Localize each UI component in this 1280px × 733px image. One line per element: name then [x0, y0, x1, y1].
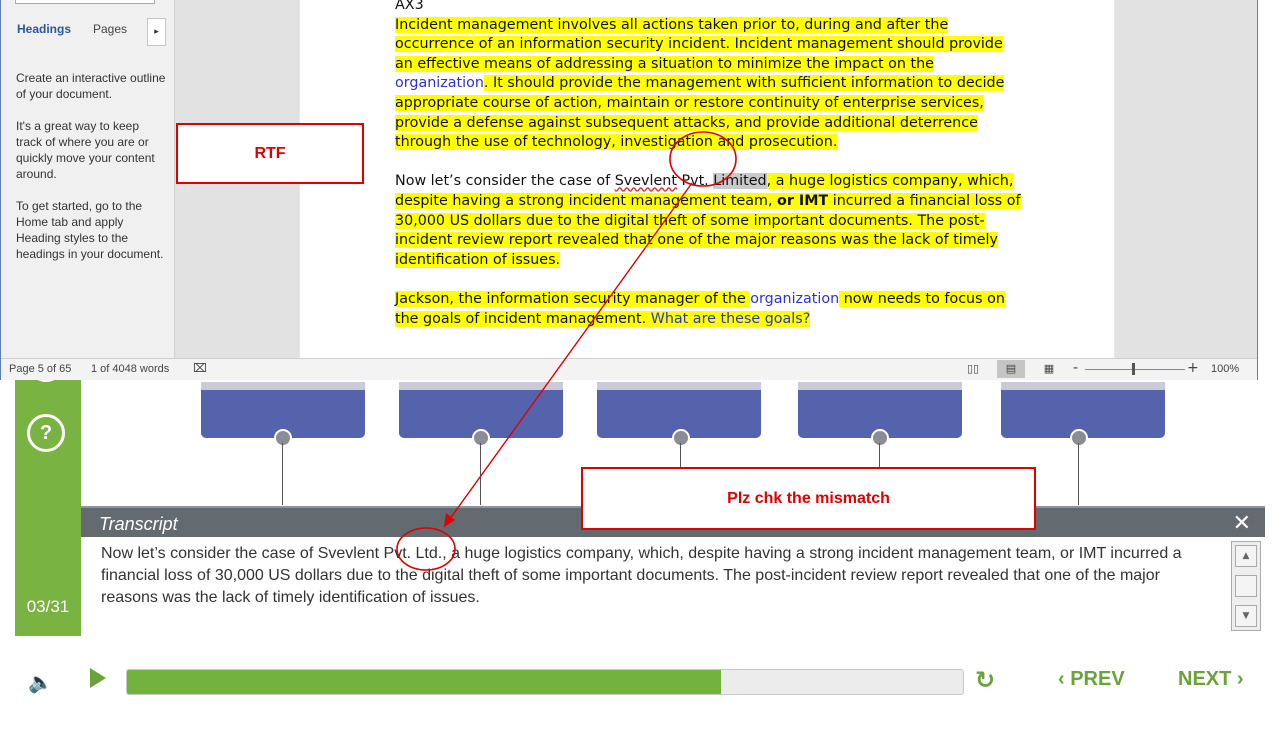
zoom-slider[interactable] [1085, 369, 1185, 370]
progress-bar[interactable] [126, 669, 964, 695]
document-right-margin [1115, 0, 1257, 358]
doc-selected-word: Limited [713, 173, 767, 190]
next-button[interactable]: NEXT › [1178, 668, 1244, 691]
doc-paragraph-2: Now let’s consider the case of Svevlent … [395, 172, 1025, 270]
word-window: Headings Pages ▸ Create an interactive o… [0, 0, 1258, 380]
doc-text-bold: or IMT [777, 192, 829, 209]
annotation-rtf-label: RTF [176, 123, 364, 184]
tab-headings[interactable]: Headings [17, 22, 71, 36]
nav-help-text: Create an interactive outline of your do… [16, 70, 166, 278]
timeline-node [672, 429, 690, 447]
volume-icon[interactable]: 🔈 [28, 670, 53, 694]
close-icon[interactable]: ✕ [1233, 511, 1251, 536]
doc-text: Jackson, the information security manage… [395, 290, 751, 307]
timeline-connector [1078, 443, 1079, 505]
doc-text: Pvt. [676, 173, 714, 190]
timeline-node [472, 429, 490, 447]
zoom-in-button[interactable]: + [1187, 360, 1199, 376]
timeline-node [871, 429, 889, 447]
left-rail: ? 03/31 [15, 344, 81, 636]
annotation-mismatch-label: Plz chk the mismatch [581, 467, 1036, 530]
document-content[interactable]: AX3 Incident management involves all act… [395, 0, 1025, 329]
doc-question: What are these goals? [650, 310, 811, 327]
replay-icon[interactable]: ↻ [975, 666, 995, 694]
timeline-connector [480, 443, 481, 505]
nav-help-line: To get started, go to the Home tab and a… [16, 199, 164, 261]
zoom-slider-thumb[interactable] [1132, 363, 1135, 375]
timeline-node [274, 429, 292, 447]
help-icon[interactable]: ? [27, 414, 65, 452]
doc-paragraph-3: Jackson, the information security manage… [395, 290, 1025, 329]
proofing-icon[interactable]: ⌧ [193, 361, 207, 375]
status-page-count[interactable]: Page 5 of 65 [9, 363, 71, 375]
zoom-level[interactable]: 100% [1211, 363, 1239, 375]
status-bar: Page 5 of 65 1 of 4048 words ⌧ ▯▯ ▤ ▦ - … [1, 358, 1257, 380]
tab-pages[interactable]: Pages [93, 22, 127, 36]
zoom-out-button[interactable]: - [1073, 360, 1078, 376]
scroll-thumb[interactable] [1235, 575, 1257, 597]
player-controls: 🔈 ↻ ‹ PREV NEXT › [0, 650, 1280, 720]
doc-link: organization [395, 75, 484, 92]
navigation-pane: Headings Pages ▸ Create an interactive o… [1, 0, 175, 358]
tab-more-arrow-icon[interactable]: ▸ [147, 18, 166, 46]
doc-company-name: Svevlent [614, 173, 677, 190]
web-layout-icon[interactable]: ▦ [1035, 360, 1063, 378]
doc-text: Incident management involves all actions… [395, 16, 1003, 72]
nav-help-line: It's a great way to keep track of where … [16, 119, 155, 181]
doc-link: organization [750, 290, 840, 307]
doc-heading: AX3 [395, 0, 424, 13]
prev-button[interactable]: ‹ PREV [1058, 668, 1125, 691]
print-layout-icon[interactable]: ▤ [997, 360, 1025, 378]
read-mode-icon[interactable]: ▯▯ [959, 360, 987, 378]
slide-counter: 03/31 [26, 597, 70, 616]
document-page[interactable]: AX3 Incident management involves all act… [300, 0, 1114, 358]
transcript-panel: Now let’s consider the case of Svevlent … [81, 537, 1265, 633]
doc-text: . It should provide the management with … [395, 75, 1005, 151]
scroll-up-icon[interactable]: ▲ [1235, 545, 1257, 567]
timeline-node [1070, 429, 1088, 447]
timeline-connector [282, 443, 283, 505]
scroll-down-icon[interactable]: ▼ [1235, 605, 1257, 627]
nav-search-input[interactable] [15, 0, 155, 4]
status-word-count[interactable]: 1 of 4048 words [91, 363, 169, 375]
progress-fill [127, 670, 721, 694]
transcript-scrollbar[interactable]: ▲ ▼ [1231, 541, 1261, 631]
doc-text: Now let’s consider the case of [395, 173, 615, 190]
play-icon[interactable] [90, 668, 106, 688]
nav-help-line: Create an interactive outline of your do… [16, 71, 166, 101]
transcript-text: Now let’s consider the case of Svevlent … [101, 545, 1182, 606]
doc-paragraph-1: Incident management involves all actions… [395, 16, 1025, 153]
transcript-title: Transcript [99, 514, 178, 534]
